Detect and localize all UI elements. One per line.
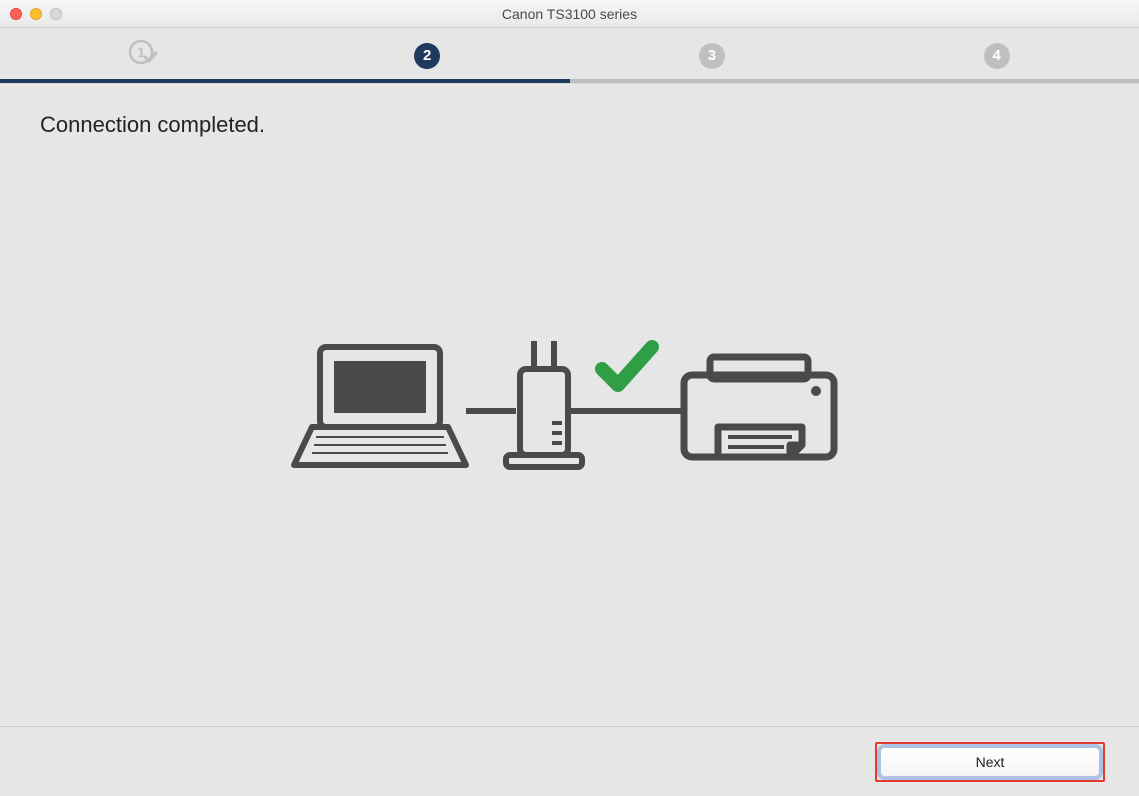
- router-icon: [506, 341, 582, 467]
- laptop-icon: [294, 347, 466, 465]
- connection-diagram: [290, 327, 850, 522]
- printer-icon: [684, 357, 834, 457]
- footer: Next: [0, 726, 1139, 796]
- close-icon[interactable]: [10, 8, 22, 20]
- step-2: 2: [285, 28, 570, 83]
- window-title: Canon TS3100 series: [502, 6, 637, 22]
- page-heading: Connection completed.: [40, 112, 265, 138]
- step-4: 4: [854, 28, 1139, 83]
- next-button[interactable]: Next: [880, 747, 1100, 777]
- window-controls: [10, 8, 62, 20]
- next-button-label: Next: [976, 754, 1005, 770]
- check-icon: [602, 347, 652, 385]
- step-complete-icon: 1: [127, 38, 157, 73]
- step-1: 1: [0, 28, 285, 83]
- progress-fill: [0, 79, 570, 83]
- step-3: 3: [570, 28, 855, 83]
- next-button-highlight: Next: [875, 742, 1105, 782]
- step-number: 4: [984, 43, 1010, 69]
- minimize-icon[interactable]: [30, 8, 42, 20]
- step-bar: 1 2 3 4: [0, 28, 1139, 84]
- maximize-icon: [50, 8, 62, 20]
- step-number: 3: [699, 43, 725, 69]
- main-content: Connection completed.: [0, 84, 1139, 726]
- step-number: 2: [414, 43, 440, 69]
- titlebar: Canon TS3100 series: [0, 0, 1139, 28]
